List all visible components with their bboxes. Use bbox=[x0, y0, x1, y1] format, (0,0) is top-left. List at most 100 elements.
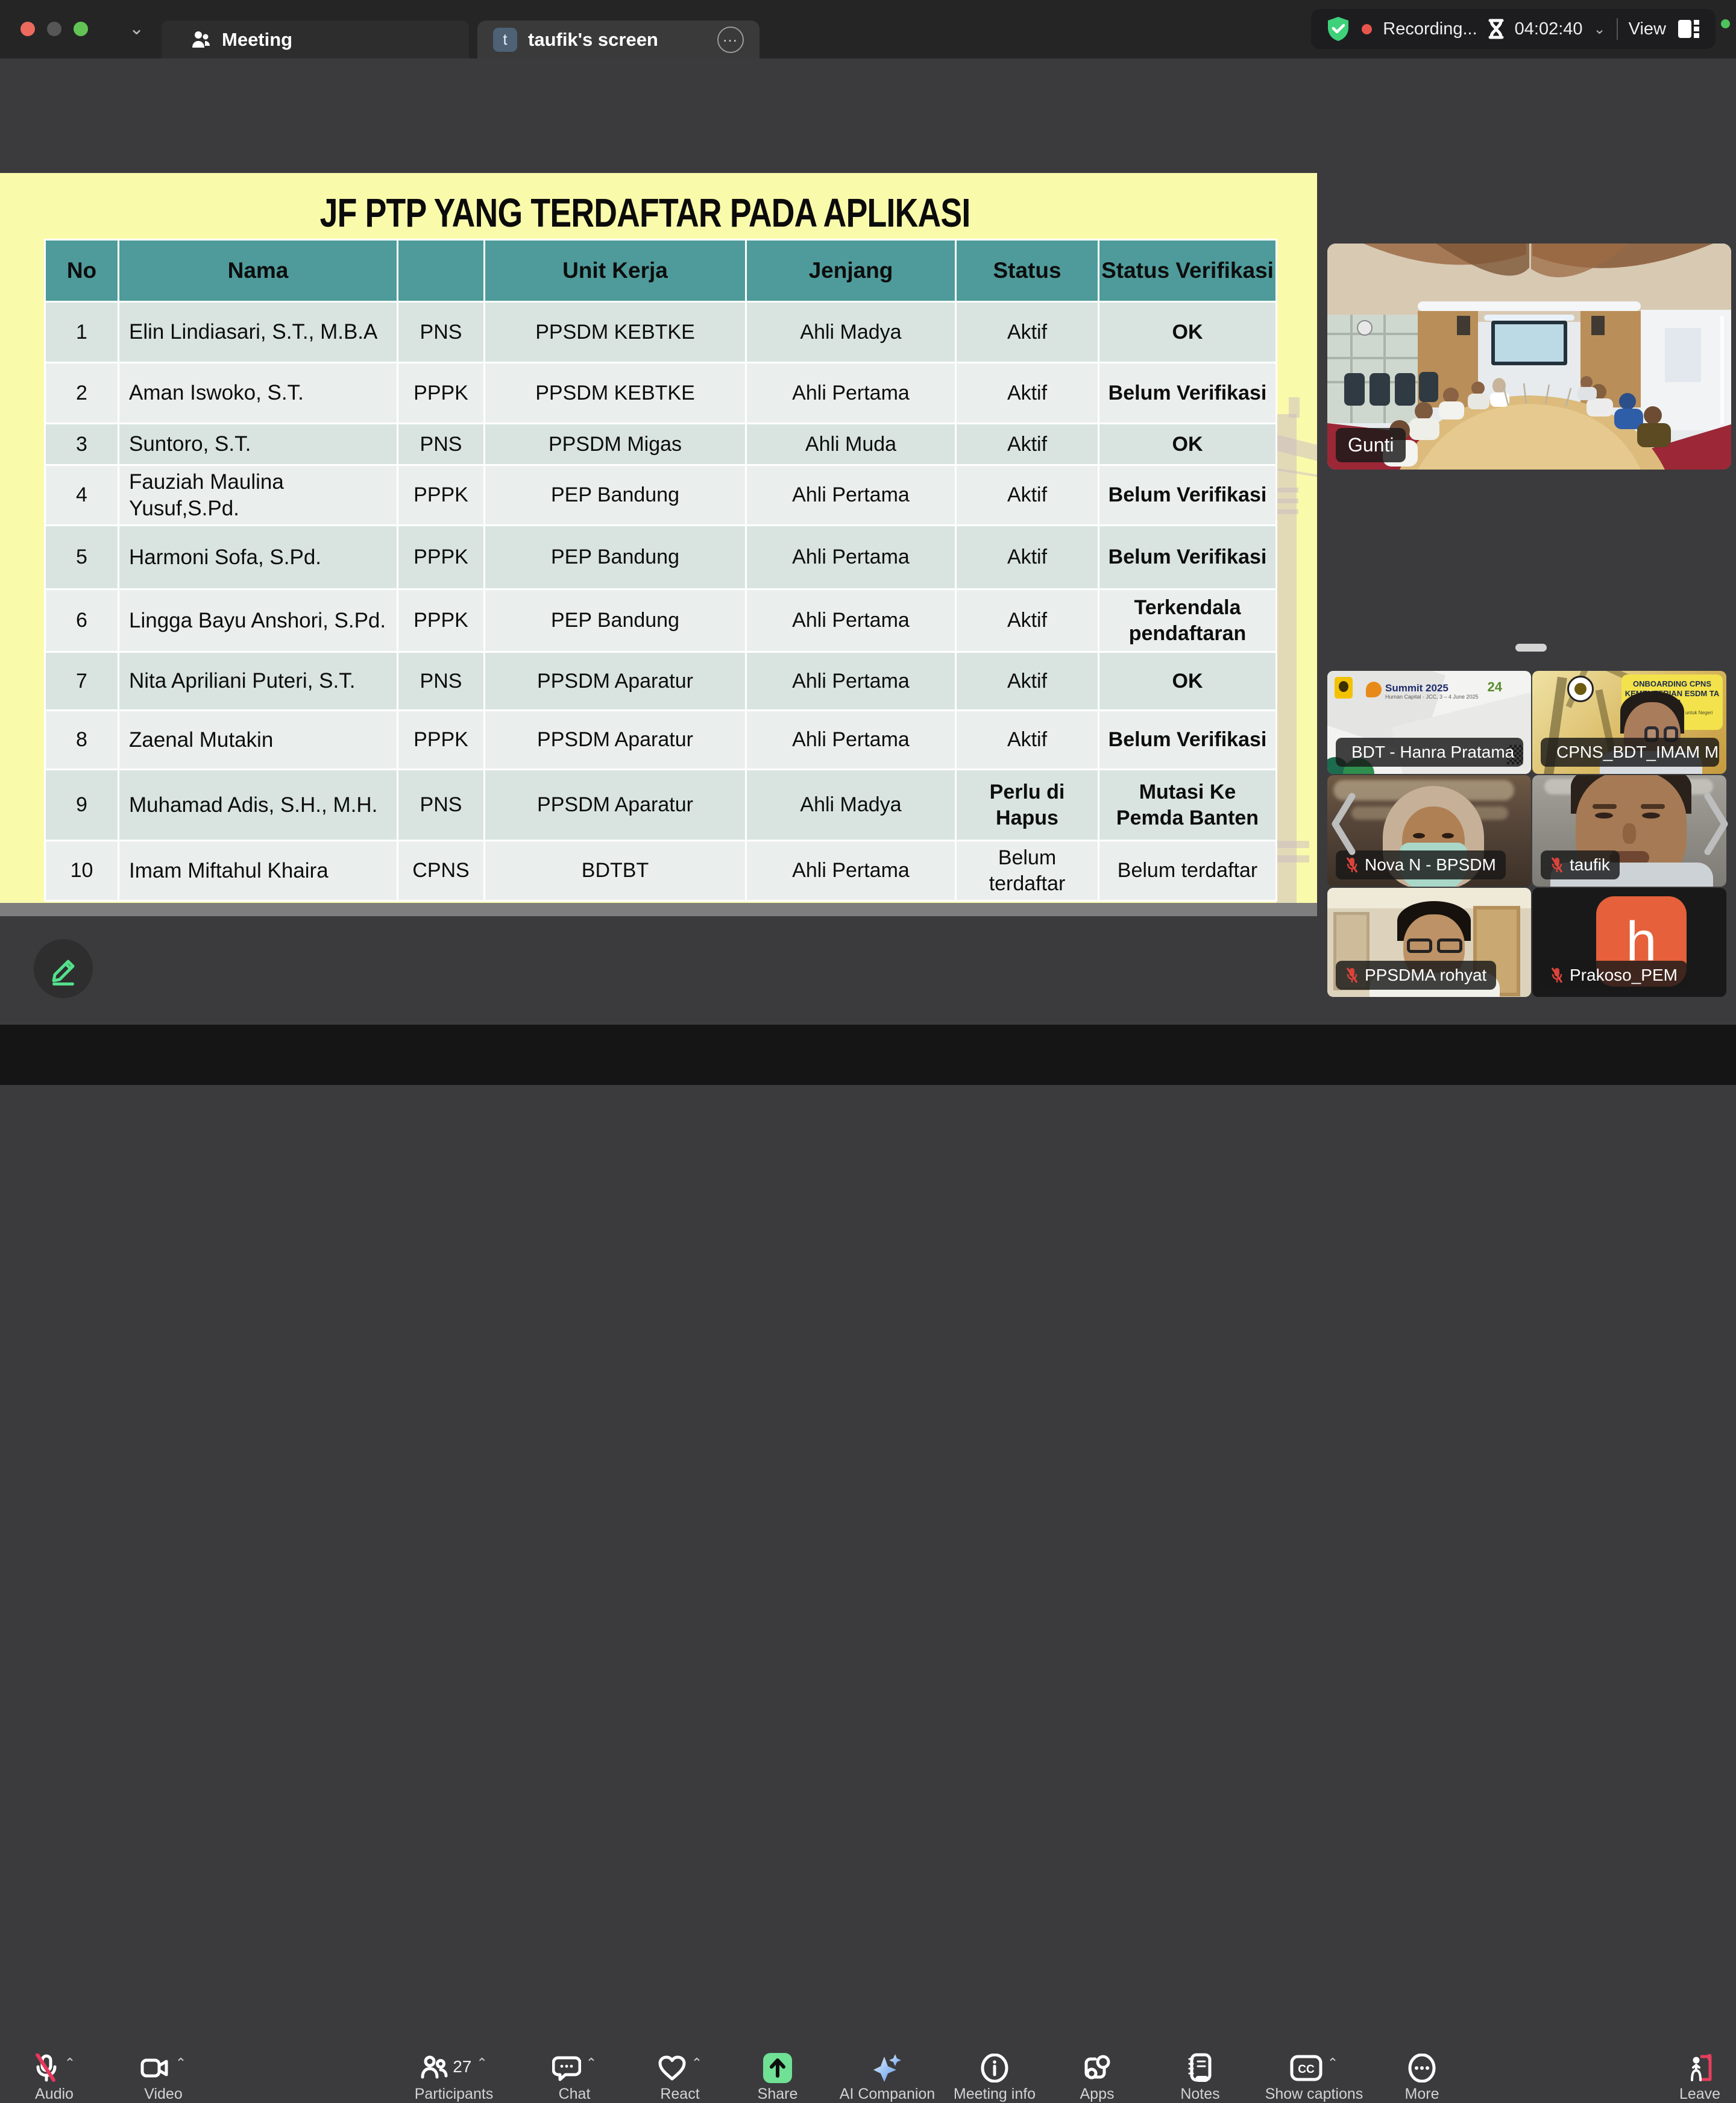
meeting-status-cluster: Recording... 04:02:40 ⌄ View bbox=[1311, 9, 1716, 49]
cc-icon: CC bbox=[1290, 2055, 1322, 2081]
esdm-logo bbox=[1567, 676, 1594, 702]
cell-verif: OK bbox=[1099, 652, 1277, 711]
video-tile-gunti[interactable]: Gunti bbox=[1327, 244, 1731, 470]
svg-text:CC: CC bbox=[1298, 2063, 1315, 2076]
chat-chevron-icon[interactable]: ⌃ bbox=[586, 2055, 597, 2071]
chat-bubble-icon bbox=[552, 2054, 581, 2082]
tab-options-ellipsis-icon[interactable]: … bbox=[717, 27, 744, 53]
video-tile-hanra[interactable]: Summit 2025Human Capital · JCC, 3 – 4 Ju… bbox=[1327, 671, 1531, 774]
leave-label: Leave bbox=[1652, 2086, 1736, 2103]
notes-label: Notes bbox=[1152, 2086, 1248, 2103]
view-button-label[interactable]: View bbox=[1629, 19, 1666, 39]
cell-unit: PEP Bandung bbox=[485, 465, 746, 526]
carousel-next-icon[interactable] bbox=[1703, 788, 1731, 860]
leave-button[interactable]: Leave bbox=[1652, 2053, 1736, 2103]
col-status: Status bbox=[956, 240, 1099, 302]
chevron-down-icon[interactable]: ⌄ bbox=[129, 18, 144, 39]
participant-name: Gunti bbox=[1348, 434, 1394, 456]
annotate-button[interactable] bbox=[34, 939, 93, 998]
cell-nama: Elin Lindiasari, S.T., M.B.A bbox=[119, 302, 398, 363]
react-chevron-icon[interactable]: ⌃ bbox=[691, 2055, 702, 2071]
cell-verif: OK bbox=[1099, 302, 1277, 363]
carousel-prev-icon[interactable] bbox=[1329, 788, 1357, 860]
video-button[interactable]: ⌃ Video bbox=[115, 2053, 212, 2103]
audio-button[interactable]: ⌃ Audio bbox=[6, 2053, 102, 2103]
slide-title: JF PTP YANG TERDAFTAR PADA APLIKASI bbox=[211, 190, 1079, 236]
cell-jenjang: Ahli Pertama bbox=[746, 841, 956, 901]
minimize-window-button[interactable] bbox=[47, 22, 61, 36]
chat-button[interactable]: ⌃ Chat bbox=[526, 2053, 623, 2103]
video-options-chevron-icon[interactable]: ⌃ bbox=[175, 2055, 186, 2071]
apps-button[interactable]: Apps bbox=[1049, 2053, 1145, 2103]
meeting-info-label: Meeting info bbox=[937, 2086, 1052, 2103]
cell-no: 5 bbox=[45, 526, 119, 589]
hourglass-icon bbox=[1488, 19, 1504, 39]
participants-button[interactable]: 27 ⌃ Participants bbox=[400, 2053, 508, 2103]
cell-no: 8 bbox=[45, 711, 119, 770]
people-icon bbox=[190, 30, 212, 50]
cell-nama: Lingga Bayu Anshori, S.Pd. bbox=[119, 589, 398, 652]
gallery-view-icon[interactable] bbox=[1677, 19, 1701, 39]
video-tile-nova[interactable]: Nova N - BPSDM bbox=[1327, 775, 1531, 887]
participants-chevron-icon[interactable]: ⌃ bbox=[476, 2055, 487, 2071]
video-tile-imam[interactable]: ONBOARDING CPNS KEMENTERIAN ESDM TA 2024… bbox=[1532, 671, 1726, 774]
tab-meeting[interactable]: Meeting bbox=[162, 20, 469, 58]
col-unit-kerja: Unit Kerja bbox=[485, 240, 746, 302]
cell-unit: PPSDM Migas bbox=[485, 424, 746, 465]
cell-no: 1 bbox=[45, 302, 119, 363]
cell-jenjang: Ahli Muda bbox=[746, 424, 956, 465]
panel-drag-handle[interactable] bbox=[1515, 644, 1547, 652]
timer-chevron-down-icon[interactable]: ⌄ bbox=[1594, 20, 1606, 38]
cell-verif: Terkendala pendaftaran bbox=[1099, 589, 1277, 652]
security-shield-icon[interactable] bbox=[1326, 16, 1351, 42]
react-button[interactable]: ⌃ React bbox=[632, 2053, 728, 2103]
table-body: 1Elin Lindiasari, S.T., M.B.A PNS PPSDM KE… bbox=[45, 302, 1277, 901]
close-window-button[interactable] bbox=[20, 22, 35, 36]
cell-status: Aktif bbox=[956, 589, 1099, 652]
mic-muted-icon bbox=[1550, 967, 1564, 984]
slide-edge bbox=[0, 903, 1317, 916]
video-tile-prakoso[interactable]: h Prakoso_PEM bbox=[1532, 888, 1726, 997]
camera-indicator-dot bbox=[1721, 19, 1730, 28]
ai-companion-button[interactable]: AI Companion bbox=[827, 2053, 948, 2103]
info-circle-icon bbox=[981, 2054, 1008, 2083]
zoom-window-button[interactable] bbox=[74, 22, 88, 36]
col-status-verifikasi: Status Verifikasi bbox=[1099, 240, 1277, 302]
show-captions-label: Show captions bbox=[1251, 2086, 1377, 2103]
screen-share-avatar: t bbox=[493, 28, 517, 52]
participant-name-label: BDT - Hanra Pratama bbox=[1336, 738, 1523, 767]
mic-muted-icon bbox=[1550, 857, 1564, 873]
cell-jenjang: Ahli Madya bbox=[746, 770, 956, 841]
video-tile-taufik[interactable]: taufik bbox=[1532, 775, 1726, 887]
tab-taufik-screen[interactable]: t taufik's screen … bbox=[477, 20, 760, 58]
zoom-meeting-window: ⌄ Meeting t taufik's screen … Recording.… bbox=[0, 0, 1736, 1085]
cell-no: 10 bbox=[45, 841, 119, 901]
audio-options-chevron-icon[interactable]: ⌃ bbox=[64, 2055, 75, 2071]
meeting-info-button[interactable]: Meeting info bbox=[937, 2053, 1052, 2103]
cell-jenjang: Ahli Madya bbox=[746, 302, 956, 363]
more-label: More bbox=[1374, 2086, 1470, 2103]
divider bbox=[1617, 18, 1618, 40]
recording-label[interactable]: Recording... bbox=[1383, 19, 1477, 39]
video-tile-rohyat[interactable]: PPSDMA rohyat bbox=[1327, 888, 1531, 997]
cell-jenjang: Ahli Pertama bbox=[746, 652, 956, 711]
table-row: 4Fauziah Maulina Yusuf,S.Pd.PPPKPEP Band… bbox=[45, 465, 1277, 526]
notes-button[interactable]: Notes bbox=[1152, 2053, 1248, 2103]
captions-chevron-icon[interactable]: ⌃ bbox=[1327, 2055, 1338, 2071]
participant-name-label: CPNS_BDT_IMAM MI... bbox=[1541, 738, 1719, 767]
cell-unit: BDTBT bbox=[485, 841, 746, 901]
cell-nama: Fauziah Maulina Yusuf,S.Pd. bbox=[119, 465, 398, 526]
cell-kepeg: PPPK bbox=[398, 363, 485, 424]
cell-unit: PPSDM KEBTKE bbox=[485, 302, 746, 363]
cell-kepeg: PPPK bbox=[398, 711, 485, 770]
cell-kepeg: PNS bbox=[398, 652, 485, 711]
show-captions-button[interactable]: CC ⌃ Show captions bbox=[1251, 2053, 1377, 2103]
table-row: 10Imam Miftahul KhairaCPNSBDTBTAhli Pert… bbox=[45, 841, 1277, 901]
cell-no: 2 bbox=[45, 363, 119, 424]
col-nama: Nama bbox=[119, 240, 398, 302]
more-button[interactable]: More bbox=[1374, 2053, 1470, 2103]
participant-name: Nova N - BPSDM bbox=[1365, 855, 1496, 875]
sparkle-icon bbox=[872, 2053, 902, 2083]
share-button[interactable]: Share bbox=[729, 2053, 826, 2103]
col-no: No bbox=[45, 240, 119, 302]
